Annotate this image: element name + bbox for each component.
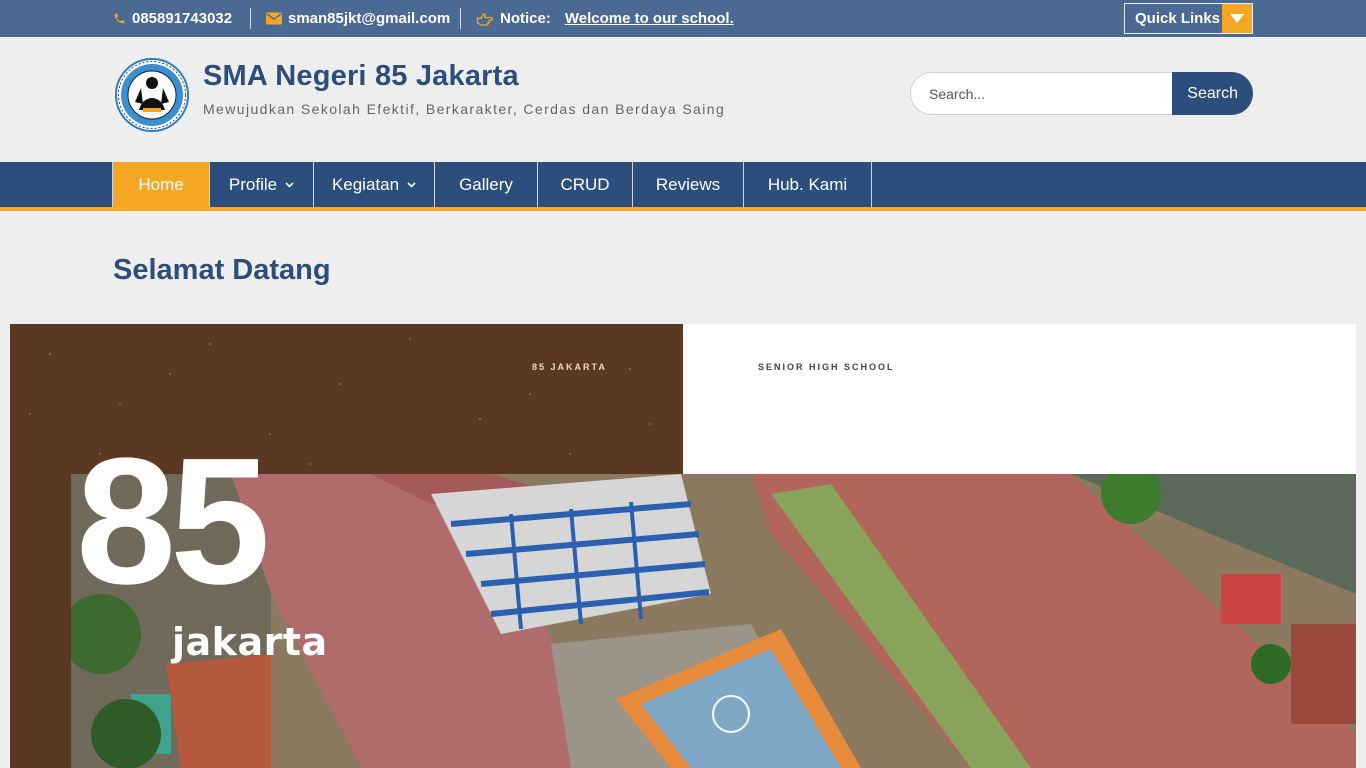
nav-item-label: Kegiatan <box>331 174 400 194</box>
notice-link[interactable]: Welcome to our school. <box>565 10 734 27</box>
nav-item-label: Gallery <box>459 174 513 194</box>
quick-links-dropdown[interactable]: Quick Links <box>1124 3 1253 34</box>
phone-text: 085891743032 <box>132 10 233 27</box>
banner-white-panel <box>683 324 1356 474</box>
nav-item-kegiatan[interactable]: Kegiatan <box>314 162 435 207</box>
search-button[interactable]: Search <box>1172 72 1253 115</box>
main-nav: Home Profile Kegiatan Gallery CRUD Revie… <box>0 162 1366 211</box>
page-title: Selamat Datang <box>113 254 331 286</box>
chevron-down-icon <box>407 181 416 188</box>
banner-caption-right: SENIOR HIGH SCHOOL <box>758 362 895 372</box>
nav-item-label: Hub. Kami <box>767 174 848 194</box>
quick-links-label: Quick Links <box>1135 10 1221 27</box>
divider <box>460 8 461 29</box>
hero-banner: 85 JAKARTA SENIOR HIGH SCHOOL 85 jakarta <box>10 324 1356 768</box>
chevron-down-icon <box>285 181 294 188</box>
nav-item-crud[interactable]: CRUD <box>538 162 633 207</box>
banner-caption-left: 85 JAKARTA <box>532 362 607 372</box>
envelope-icon <box>266 12 282 25</box>
notice-label: Notice: <box>500 10 551 27</box>
top-bar: 085891743032 sman85jkt@gmail.com Notice:… <box>0 0 1366 37</box>
contact-phone[interactable]: 085891743032 <box>113 0 232 37</box>
search-form: Search <box>910 72 1253 115</box>
contact-email[interactable]: sman85jkt@gmail.com <box>266 0 450 37</box>
search-input[interactable] <box>910 72 1173 115</box>
email-text: sman85jkt@gmail.com <box>288 10 451 27</box>
chevron-down-icon[interactable] <box>1222 4 1252 33</box>
banner-big-number: 85 <box>76 421 270 622</box>
nav-item-label: Reviews <box>655 174 721 194</box>
hand-pointer-icon <box>476 12 494 26</box>
notice: Notice: Welcome to our school. <box>476 0 734 37</box>
nav-item-label: CRUD <box>560 174 610 194</box>
site-title[interactable]: SMA Negeri 85 Jakarta <box>203 60 519 93</box>
nav-item-home[interactable]: Home <box>113 162 210 207</box>
nav-item-gallery[interactable]: Gallery <box>435 162 538 207</box>
nav-item-hub-kami[interactable]: Hub. Kami <box>744 162 872 207</box>
nav-item-label: Profile <box>228 174 278 194</box>
phone-icon <box>113 12 126 25</box>
site-tagline: Mewujudkan Sekolah Efektif, Berkarakter,… <box>203 101 726 117</box>
nav-item-label: Home <box>138 174 184 194</box>
school-logo[interactable] <box>113 58 191 132</box>
nav-item-profile[interactable]: Profile <box>210 162 314 207</box>
banner-city: jakarta <box>172 620 328 664</box>
nav-item-reviews[interactable]: Reviews <box>633 162 744 207</box>
divider <box>250 8 251 29</box>
